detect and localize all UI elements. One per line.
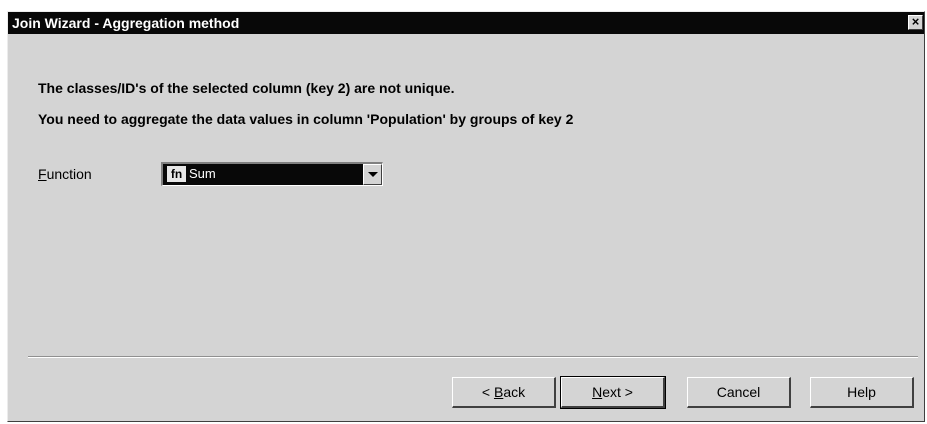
close-icon: × xyxy=(911,14,920,29)
dropdown-arrow-button[interactable] xyxy=(363,164,382,185)
back-button[interactable]: < Back xyxy=(452,377,556,408)
next-button[interactable]: Next > xyxy=(560,376,666,409)
function-dropdown[interactable]: fn Sum xyxy=(161,162,383,186)
function-label: Function xyxy=(38,166,92,182)
function-selected-value: Sum xyxy=(189,166,216,181)
title-bar[interactable]: Join Wizard - Aggregation method × xyxy=(8,12,924,34)
function-dropdown-value-area[interactable]: fn Sum xyxy=(163,164,363,185)
message-aggregate: You need to aggregate the data values in… xyxy=(38,111,574,127)
function-label-rest: unction xyxy=(46,166,92,182)
message-not-unique: The classes/ID's of the selected column … xyxy=(38,80,455,96)
close-button[interactable]: × xyxy=(908,15,923,30)
separator-line xyxy=(28,356,918,358)
back-mnemonic: B xyxy=(493,384,504,400)
back-rest: ack xyxy=(503,384,526,400)
back-prefix: < xyxy=(481,384,494,400)
window-title: Join Wizard - Aggregation method xyxy=(12,15,240,31)
help-button[interactable]: Help xyxy=(810,377,914,408)
chevron-down-icon xyxy=(368,172,378,177)
cancel-button[interactable]: Cancel xyxy=(687,377,791,408)
join-wizard-dialog: Join Wizard - Aggregation method × The c… xyxy=(7,11,925,422)
function-icon: fn xyxy=(167,166,186,182)
next-rest: ext > xyxy=(602,384,633,400)
function-label-mnemonic: F xyxy=(38,166,47,182)
next-mnemonic: N xyxy=(592,384,603,400)
